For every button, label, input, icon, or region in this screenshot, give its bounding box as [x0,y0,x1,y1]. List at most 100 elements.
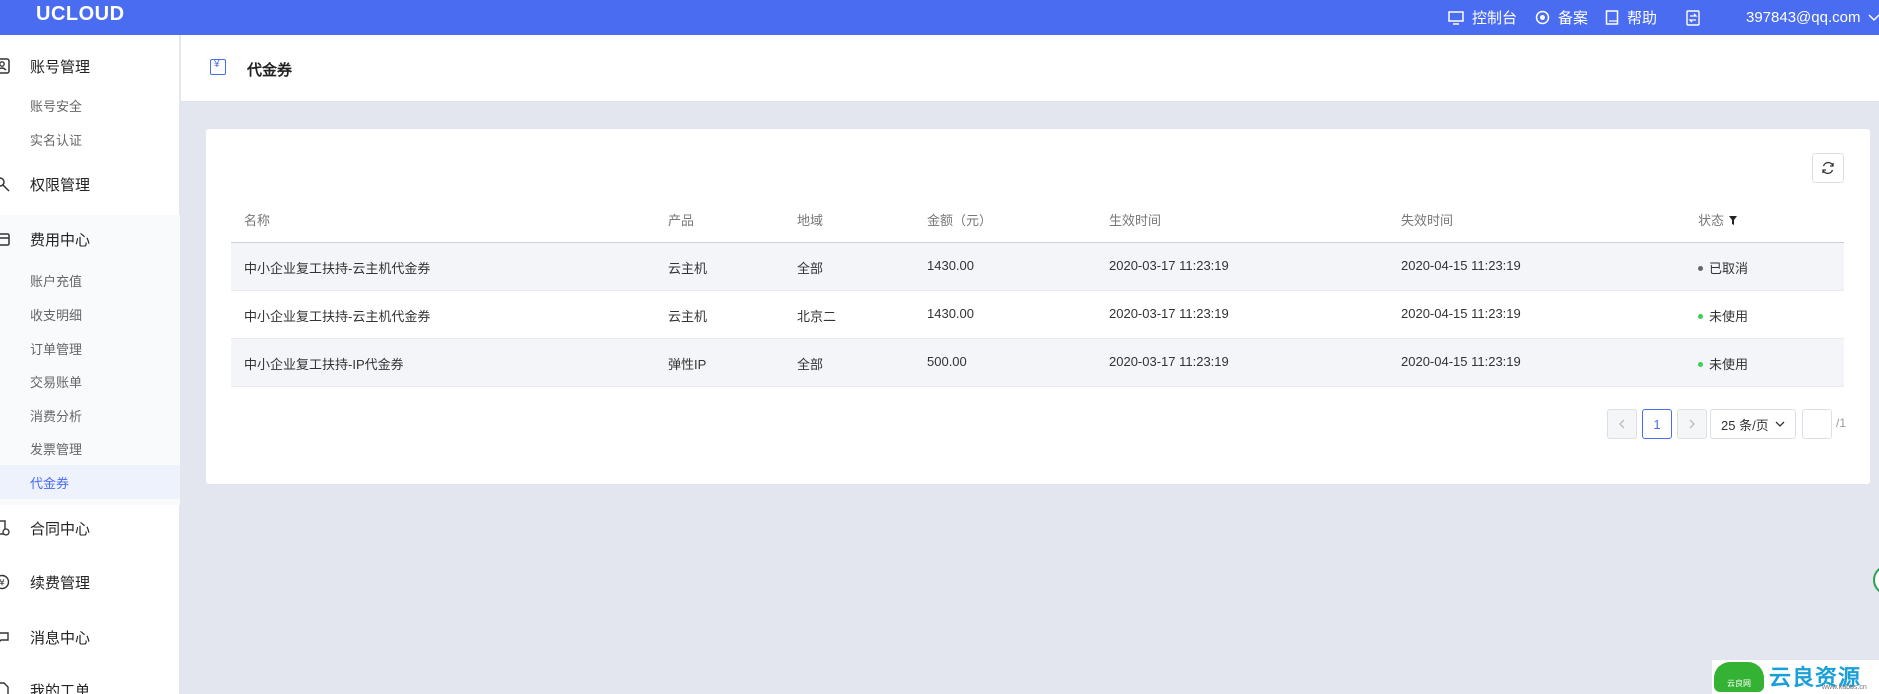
chevron-left-icon [1619,419,1625,429]
sidebar-item-label: 收支明细 [30,307,83,323]
sidebar-item-label: 交易账单 [30,374,83,390]
table-header: 名称 产品 地域 金额（元） 生效时间 失效时间 状态 [231,194,1844,243]
sidebar-item-bills[interactable]: 交易账单 [0,364,180,398]
record-icon [1535,10,1550,25]
cell-name: 中小企业复工扶持-云主机代金券 [244,261,431,276]
cell-region: 北京二 [797,309,837,324]
sidebar-group-label: 费用中心 [30,231,91,249]
sidebar-item-transactions[interactable]: 收支明细 [0,297,180,331]
chevron-down-icon [1775,421,1785,427]
voucher-card: 名称 产品 地域 金额（元） 生效时间 失效时间 状态 中小企业复工扶持-云主机… [206,129,1870,484]
sidebar-item-label: 发票管理 [30,441,83,457]
page-total: /1 [1836,416,1847,430]
sidebar-item-label: 账号安全 [30,98,83,114]
sidebar-item-orders[interactable]: 订单管理 [0,331,180,365]
cell-end-time: 2020-04-15 11:23:19 [1401,306,1521,321]
column-header-end-time: 失效时间 [1401,213,1454,228]
prev-page-button[interactable] [1607,409,1637,439]
float-help-button[interactable] [1873,565,1879,595]
ucloud-logo[interactable]: UCLOUD [36,3,125,26]
cell-product: 弹性IP [668,357,707,372]
page-size-value: 25 条/页 [1721,417,1769,433]
sidebar-item-recharge[interactable]: 账户充值 [0,263,180,297]
sidebar-item-realname[interactable]: 实名认证 [0,122,180,156]
sidebar-group-contract[interactable]: 合同中心 [0,513,180,543]
sidebar-item-label: 代金券 [30,475,70,491]
page-number-button[interactable]: 1 [1642,409,1672,439]
cell-amount: 500.00 [927,354,967,369]
cell-region: 全部 [797,357,824,372]
sidebar-item-label: 实名认证 [30,132,83,148]
status-text: 未使用 [1709,357,1749,372]
column-header-region: 地域 [797,213,824,228]
refresh-icon [1822,161,1834,175]
monitor-icon [1448,10,1464,25]
sidebar-item-label: 订单管理 [30,341,83,357]
table-row[interactable]: 中小企业复工扶持-云主机代金券 云主机 全部 1430.00 2020-03-1… [231,243,1844,291]
sidebar-item-account-security[interactable]: 账号安全 [0,88,180,122]
voucher-table: 名称 产品 地域 金额（元） 生效时间 失效时间 状态 中小企业复工扶持-云主机… [231,194,1844,387]
table-row[interactable]: 中小企业复工扶持-IP代金券 弹性IP 全部 500.00 2020-03-17… [231,339,1844,387]
cell-status: 已取消 [1698,258,1748,277]
ticket-icon [0,682,9,694]
sidebar-group-label: 消息中心 [30,629,91,647]
column-header-amount: 金额（元） [927,213,993,228]
sidebar-item-analysis[interactable]: 消费分析 [0,398,180,432]
pagination: 1 25 条/页 /1 [206,409,1870,439]
column-header-status[interactable]: 状态 [1698,210,1737,229]
sidebar-item-label: 账户充值 [30,273,83,289]
chevron-right-icon [1689,419,1695,429]
switch-account-button[interactable] [1685,0,1709,35]
book-icon [1605,10,1619,25]
record-label: 备案 [1558,10,1589,27]
sidebar-item-vouchers[interactable]: 代金券 [0,465,180,499]
wallet-icon [0,233,10,246]
svg-text:¥: ¥ [0,579,5,589]
filter-icon[interactable] [1728,216,1737,225]
sidebar-item-invoices[interactable]: 发票管理 [0,431,180,465]
sidebar-group-label: 合同中心 [30,520,91,538]
top-bar: UCLOUD 控制台 备案 帮助 397843@qq.com [0,0,1879,35]
sidebar-group-account[interactable]: 账号管理 [0,51,180,81]
status-text: 已取消 [1709,261,1749,276]
status-dot [1698,266,1703,272]
status-header-label: 状态 [1698,213,1725,228]
status-dot [1698,314,1703,320]
sidebar-group-ticket[interactable]: 我的工单 [0,675,180,694]
status-text: 未使用 [1709,309,1749,324]
cell-status: 未使用 [1698,306,1748,325]
record-link[interactable]: 备案 [1535,0,1588,35]
cell-status: 未使用 [1698,354,1748,373]
sidebar-group-label: 账号管理 [30,58,91,76]
console-label: 控制台 [1472,10,1518,27]
key-icon [0,177,10,192]
page-jump-input[interactable] [1802,409,1832,439]
page-size-select[interactable]: 25 条/页 [1710,409,1796,439]
sidebar-group-message[interactable]: 消息中心 [0,622,180,652]
column-header-name: 名称 [244,213,271,228]
table-row[interactable]: 中小企业复工扶持-云主机代金券 云主机 北京二 1430.00 2020-03-… [231,291,1844,339]
cell-end-time: 2020-04-15 11:23:19 [1401,258,1521,273]
column-header-start-time: 生效时间 [1109,213,1162,228]
sidebar-group-fee[interactable]: 费用中心 [0,224,180,254]
help-link[interactable]: 帮助 [1605,0,1657,35]
status-dot [1698,362,1703,368]
column-header-product: 产品 [668,213,695,228]
cell-amount: 1430.00 [927,306,974,321]
user-email: 397843@qq.com [1746,9,1861,26]
message-icon [0,632,9,642]
contract-icon [0,520,10,536]
help-label: 帮助 [1627,10,1658,27]
console-link[interactable]: 控制台 [1448,0,1517,35]
refresh-button[interactable] [1812,153,1844,183]
page-header: 代金券 [181,35,1879,102]
user-menu[interactable]: 397843@qq.com [1746,0,1879,35]
watermark-cloud-icon: 云良网 [1714,662,1764,692]
cell-name: 中小企业复工扶持-云主机代金券 [244,309,431,324]
sidebar-group-label: 我的工单 [30,682,91,694]
switch-icon [1686,9,1700,26]
next-page-button[interactable] [1677,409,1707,439]
sidebar-group-permission[interactable]: 权限管理 [0,169,180,199]
voucher-icon [210,59,226,75]
sidebar-group-renew[interactable]: ¥ 续费管理 [0,567,180,597]
